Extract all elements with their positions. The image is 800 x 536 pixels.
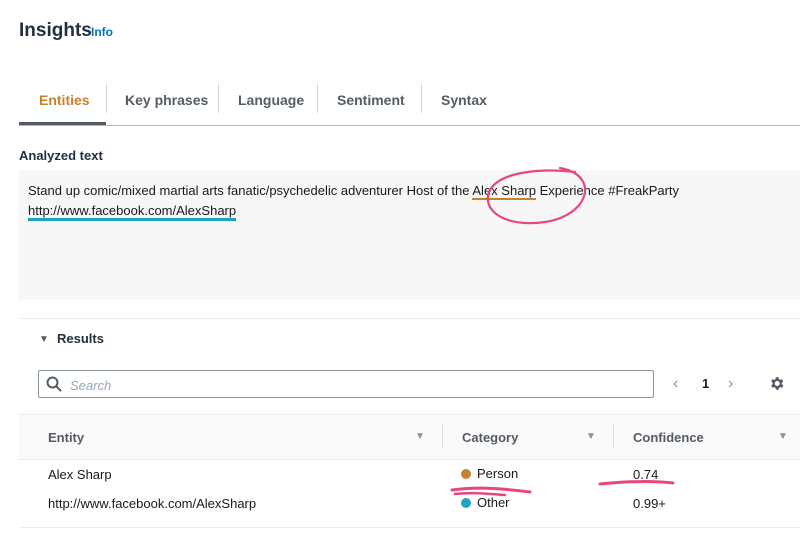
sort-icon[interactable]: ▼	[586, 431, 596, 442]
analyzed-text-segment: Experience #FreakParty	[535, 183, 680, 198]
cell-category: Other	[477, 495, 510, 510]
cell-entity: http://www.facebook.com/AlexSharp	[48, 496, 257, 511]
category-dot-other	[461, 498, 471, 508]
chevron-left-icon[interactable]: ‹	[673, 375, 678, 393]
analyzed-text: Stand up comic/mixed martial arts fanati…	[28, 181, 788, 221]
tab-key-phrases[interactable]: Key phrases	[125, 90, 208, 126]
cell-entity: Alex Sharp	[48, 467, 112, 482]
sort-icon[interactable]: ▼	[778, 431, 788, 442]
column-header-confidence[interactable]: Confidence	[633, 430, 704, 445]
column-divider	[442, 424, 443, 448]
cell-category: Person	[477, 466, 519, 481]
analyzed-text-segment: Stand up comic/mixed martial arts fanati…	[28, 183, 473, 198]
page-number[interactable]: 1	[702, 376, 709, 391]
tab-divider	[106, 83, 107, 113]
tab-entities[interactable]: Entities	[39, 90, 90, 126]
entity-highlight-person[interactable]: Alex Sharp	[472, 183, 536, 200]
cell-confidence: 0.99+	[633, 496, 666, 511]
tab-divider	[317, 83, 318, 113]
tab-language[interactable]: Language	[238, 90, 304, 126]
column-header-entity[interactable]: Entity	[48, 430, 84, 445]
row-divider	[19, 527, 800, 528]
search-input[interactable]	[70, 377, 630, 393]
tab-sentiment[interactable]: Sentiment	[337, 90, 405, 126]
tab-divider	[218, 83, 219, 113]
column-divider	[613, 424, 614, 448]
tabs-border	[19, 125, 800, 126]
info-link[interactable]: Info	[91, 25, 113, 39]
active-tab-indicator	[19, 122, 106, 125]
cell-confidence: 0.74	[633, 467, 659, 482]
search-icon	[46, 376, 62, 392]
chevron-right-icon[interactable]: ›	[728, 375, 733, 393]
analyzed-text-label: Analyzed text	[19, 148, 103, 163]
results-label[interactable]: Results	[57, 331, 104, 346]
sort-icon[interactable]: ▼	[415, 431, 425, 442]
tab-syntax[interactable]: Syntax	[441, 90, 487, 126]
settings-icon[interactable]	[768, 375, 785, 392]
entity-highlight-other[interactable]: http://www.facebook.com/AlexSharp	[28, 203, 237, 221]
column-header-category[interactable]: Category	[462, 430, 518, 445]
page-title: Insights	[19, 20, 92, 41]
caret-down-icon[interactable]: ▼	[39, 334, 49, 345]
category-dot-person	[461, 469, 471, 479]
tab-divider	[421, 83, 422, 113]
panel-header	[0, 0, 800, 59]
